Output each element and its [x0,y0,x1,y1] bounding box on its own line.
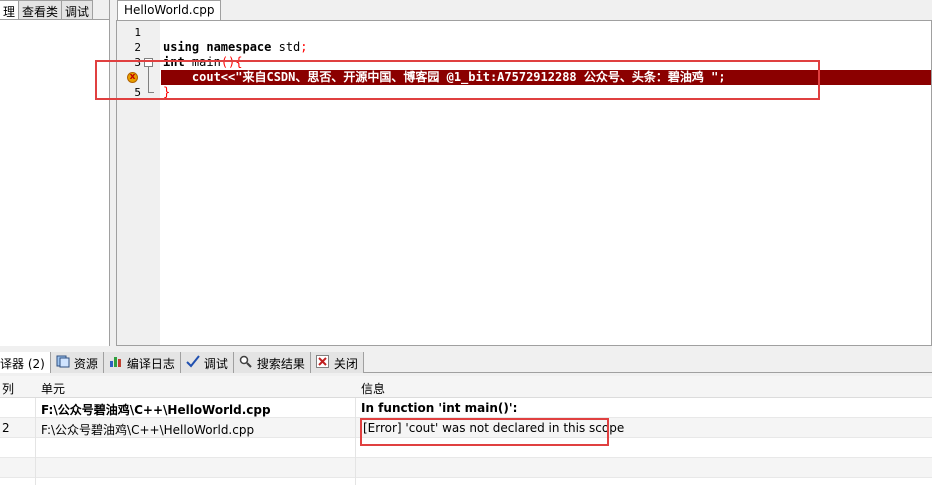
editor-area: HelloWorld.cpp 1 2 3 4 5 x − using names… [112,0,932,346]
tab-resources-label: 资源 [73,357,98,371]
tab-search-results-label: 搜索结果 [256,357,305,371]
column-header-line[interactable]: 列 [2,380,14,397]
tab-close[interactable]: 关闭 [310,352,364,373]
table-row [0,458,932,478]
error-message-highlight [360,418,609,446]
tab-search-results[interactable]: 搜索结果 [233,352,311,373]
tab-helloworld-cpp[interactable]: HelloWorld.cpp [117,0,222,21]
checkmark-icon [186,355,200,368]
column-separator [355,398,356,485]
resources-icon [56,355,70,368]
cell-unit: F:\公众号碧油鸡\C++\HelloWorld.cpp [41,403,271,417]
project-panel: 理 查看类 调试 [0,0,110,346]
tab-debug-output-label: 调试 [203,357,228,371]
tab-resources[interactable]: 资源 [50,352,104,373]
cell-message: In function 'int main()': [361,401,518,415]
column-header-unit[interactable]: 单元 [41,380,65,397]
keyword: using namespace [163,40,272,54]
line-number: 2 [134,41,141,54]
search-icon [239,355,253,368]
tab-close-label: 关闭 [333,357,358,371]
project-panel-tabs: 理 查看类 调试 [0,0,110,20]
tab-debug-output[interactable]: 调试 [180,352,234,373]
table-header: 列 单元 信息 [0,376,932,398]
code-line-2: using namespace std; [161,40,931,55]
tab-project[interactable]: 理 [0,0,20,20]
column-header-message[interactable]: 信息 [361,380,385,397]
symbol: ; [300,40,308,54]
close-icon [315,355,330,368]
tab-compile-log-label: 编译日志 [126,357,175,371]
tab-compile-log[interactable]: 编译日志 [103,352,181,373]
tab-compiler-label: 译器 (2) [0,357,45,371]
column-separator [35,398,36,485]
identifier: std [271,40,301,54]
tab-debug[interactable]: 调试 [62,0,94,20]
cell-line: 2 [2,421,10,435]
line-number: 1 [134,26,141,39]
bar-chart-icon [109,355,123,368]
message-panel-tabs: 译器 (2) 资源 编译日志 调试 搜索结果 关闭 [0,352,932,373]
tab-compiler[interactable]: 译器 (2) [0,352,51,373]
tab-class-browser[interactable]: 查看类 [19,0,63,20]
cell-unit: F:\公众号碧油鸡\C++\HelloWorld.cpp [41,423,255,437]
editor-tabs: HelloWorld.cpp [112,0,932,21]
table-row[interactable]: F:\公众号碧油鸡\C++\HelloWorld.cpp In function… [0,398,932,418]
error-line-highlight [95,60,820,100]
project-tree[interactable] [0,19,109,346]
